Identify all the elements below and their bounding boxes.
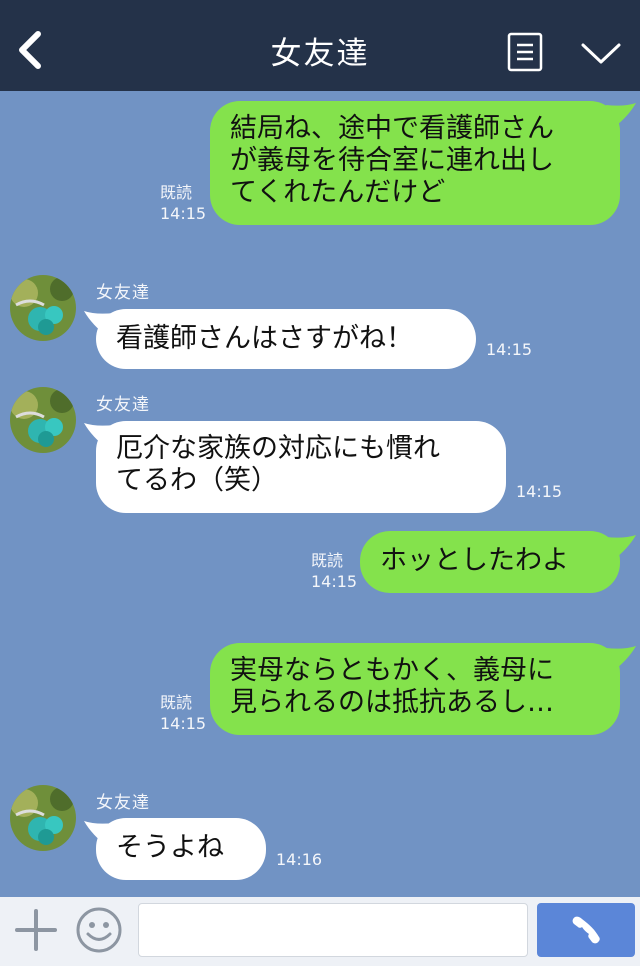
read-receipt: 既読 bbox=[160, 693, 193, 712]
message-bubble[interactable]: 看護師さんはさすがね！ bbox=[96, 309, 476, 369]
message-bubble[interactable]: そうよね bbox=[96, 818, 266, 880]
plus-icon[interactable] bbox=[14, 908, 58, 952]
message-time: 14:15 bbox=[486, 340, 533, 359]
notes-menu-icon[interactable] bbox=[507, 32, 543, 72]
call-button[interactable] bbox=[537, 903, 635, 957]
avatar-image bbox=[10, 785, 76, 851]
emoji-icon[interactable] bbox=[74, 905, 124, 955]
chat-header: 女友達 bbox=[0, 0, 640, 91]
message-bubble[interactable]: 厄介な家族の対応にも慣れ てるわ（笑） bbox=[96, 421, 506, 513]
avatar[interactable] bbox=[10, 387, 76, 453]
avatar[interactable] bbox=[10, 785, 76, 851]
avatar-image bbox=[10, 387, 76, 453]
read-receipt: 既読 bbox=[160, 183, 193, 202]
avatar[interactable] bbox=[10, 275, 76, 341]
message-time: 14:15 bbox=[160, 204, 207, 223]
message-input[interactable] bbox=[138, 903, 528, 957]
message-bubble[interactable]: 結局ね、途中で看護師さん が義母を待合室に連れ出し てくれたんだけど bbox=[210, 101, 620, 225]
sender-name: 女友達 bbox=[96, 283, 150, 303]
chevron-down-icon[interactable] bbox=[580, 40, 622, 68]
message-time: 14:16 bbox=[276, 850, 323, 869]
message-bubble[interactable]: 実母ならともかく、義母に 見られるのは抵抗あるし… bbox=[210, 643, 620, 735]
message-time: 14:15 bbox=[311, 572, 358, 591]
read-receipt: 既読 bbox=[311, 551, 344, 570]
phone-icon bbox=[572, 916, 600, 944]
avatar-image bbox=[10, 275, 76, 341]
chat-title: 女友達 bbox=[270, 36, 370, 72]
message-time: 14:15 bbox=[160, 714, 207, 733]
sender-name: 女友達 bbox=[96, 793, 150, 813]
composer-bar bbox=[0, 897, 640, 966]
sender-name: 女友達 bbox=[96, 395, 150, 415]
message-bubble[interactable]: ホッとしたわよ bbox=[360, 531, 620, 593]
message-time: 14:15 bbox=[516, 482, 563, 501]
